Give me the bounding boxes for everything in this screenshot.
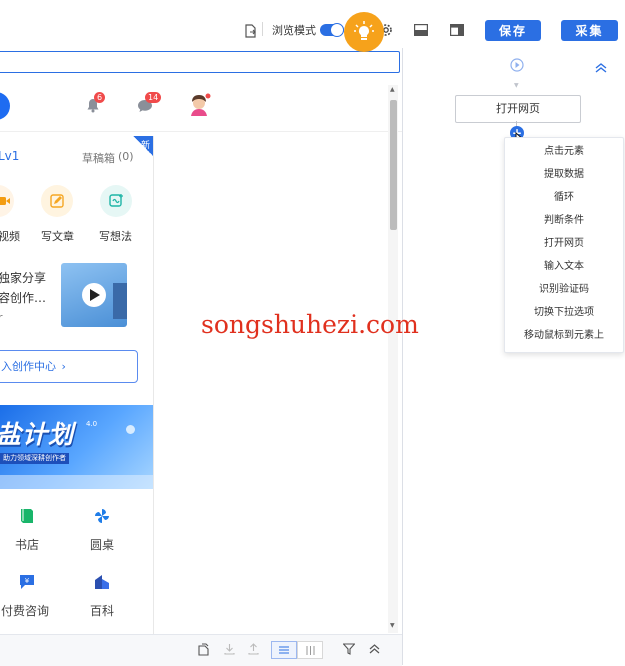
menu-item-loop[interactable]: 循环 — [505, 191, 623, 205]
roundtable-icon[interactable] — [94, 508, 110, 527]
header-divider — [0, 131, 402, 132]
tip-bulb-button[interactable] — [344, 12, 384, 52]
menu-item-extract-data[interactable]: 提取数据 — [505, 168, 623, 182]
start-play-icon[interactable] — [510, 58, 524, 75]
chevron-right-icon: › — [61, 360, 66, 373]
scroll-down-arrow-icon[interactable]: ▼ — [390, 622, 395, 629]
user-avatar[interactable] — [186, 92, 212, 121]
download-icon[interactable] — [224, 643, 235, 658]
play-icon[interactable] — [82, 283, 106, 307]
toolbar-divider — [262, 22, 263, 36]
layout-side-icon[interactable] — [450, 24, 465, 39]
layout-split-icon[interactable] — [414, 24, 429, 39]
thumbnail-person — [113, 283, 127, 319]
service-encyclopedia-label[interactable]: 百科 — [90, 602, 114, 619]
workflow-panel: ▼ 打开网页 + 点击元素 提取数据 循环 判断条件 打开网页 输入文本 识别验… — [403, 48, 625, 665]
promo-line-2: 容创作… — [0, 291, 47, 305]
watermark-text: songshuhezi.com — [201, 310, 419, 339]
paid-consult-icon[interactable]: ¥ — [19, 574, 35, 593]
promo-video-thumbnail[interactable] — [61, 263, 127, 327]
top-toolbar: 浏览模式 保存 采集 — [0, 0, 625, 49]
promo-line-3: r — [0, 311, 3, 324]
scroll-up-arrow-icon[interactable]: ▲ — [390, 86, 395, 93]
card-column-divider — [153, 136, 154, 665]
promo-line-1: 独家分享 — [0, 271, 47, 285]
menu-item-input-text[interactable]: 输入文本 — [505, 260, 623, 274]
lightbulb-icon — [354, 21, 374, 40]
collapse-panel-icon[interactable] — [595, 62, 607, 77]
collect-button[interactable]: 采集 — [561, 20, 618, 41]
web-preview: 6 14 新 Lv1 草稿箱 (0) 视频 写文章 写想法 独家分享 容创作… … — [0, 48, 403, 665]
browse-mode-label: 浏览模式 — [272, 24, 316, 37]
bottom-toolbar — [0, 634, 402, 666]
save-button[interactable]: 保存 — [485, 20, 541, 41]
encyclopedia-icon[interactable] — [94, 574, 110, 593]
add-step-menu: 点击元素 提取数据 循环 判断条件 打开网页 输入文本 识别验证码 切换下拉选项… — [504, 137, 624, 353]
export-file-icon[interactable] — [198, 643, 209, 659]
salt-plan-banner[interactable]: 盐计划 4.0 助力领域深耕创作者 — [0, 405, 153, 489]
level-label: Lv1 — [0, 149, 20, 163]
scrollbar-thumb[interactable] — [390, 100, 397, 230]
menu-item-click-element[interactable]: 点击元素 — [505, 145, 623, 159]
banner-subtitle: 助力领域深耕创作者 — [0, 453, 69, 464]
banner-decoration — [126, 425, 135, 434]
menu-item-switch-dropdown[interactable]: 切换下拉选项 — [505, 306, 623, 320]
page-export-icon[interactable] — [244, 24, 257, 41]
column-view-toggle[interactable] — [297, 641, 323, 659]
new-badge-text: 新 — [141, 141, 151, 151]
creator-center-label: 入创作中心 — [1, 360, 56, 373]
write-article-icon[interactable] — [41, 185, 73, 217]
service-bookstore-label[interactable]: 书店 — [15, 536, 39, 553]
service-roundtable-label[interactable]: 圆桌 — [90, 536, 114, 553]
filter-icon[interactable] — [342, 643, 356, 658]
message-badge: 14 — [145, 92, 162, 103]
flow-arrow-icon: ▼ — [514, 82, 519, 89]
open-page-node[interactable]: 打开网页 — [455, 95, 581, 123]
shortcut-idea-label: 写想法 — [99, 230, 132, 243]
drafts-count: (0) — [118, 150, 134, 163]
banner-version: 4.0 — [86, 420, 98, 428]
list-view-toggle[interactable] — [271, 641, 297, 659]
url-input[interactable] — [0, 51, 400, 73]
book-icon[interactable] — [20, 508, 34, 527]
menu-item-captcha[interactable]: 识别验证码 — [505, 283, 623, 297]
banner-title: 盐计划 — [0, 420, 75, 449]
menu-item-open-page[interactable]: 打开网页 — [505, 237, 623, 251]
shortcut-video-label: 视频 — [0, 230, 20, 243]
search-button[interactable] — [0, 92, 10, 120]
notification-badge: 6 — [94, 92, 106, 103]
collapse-up-icon[interactable] — [369, 643, 380, 657]
shortcut-article-label: 写文章 — [41, 230, 74, 243]
menu-item-hover-element[interactable]: 移动鼠标到元素上 — [505, 329, 623, 343]
toggle-thumb — [330, 23, 344, 37]
upload-icon[interactable] — [248, 643, 259, 658]
drafts-link[interactable]: 草稿箱 — [82, 150, 115, 166]
svg-text:¥: ¥ — [25, 577, 30, 585]
service-consult-label[interactable]: 付费咨询 — [1, 602, 49, 619]
write-idea-icon[interactable] — [100, 185, 132, 217]
creator-center-button[interactable]: 入创作中心 › — [0, 350, 138, 383]
banner-wave — [0, 475, 153, 489]
menu-item-condition[interactable]: 判断条件 — [505, 214, 623, 228]
